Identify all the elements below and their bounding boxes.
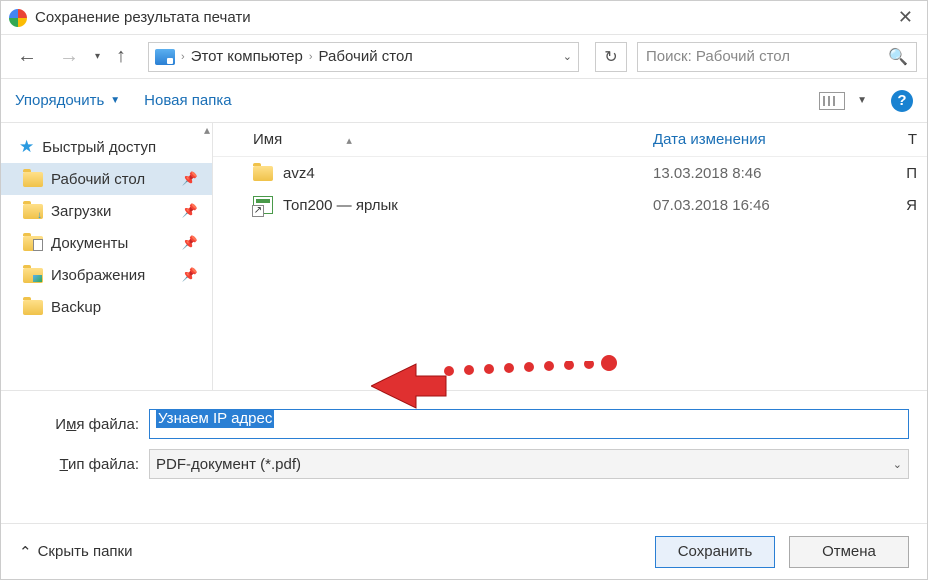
sidebar-item-label: Рабочий стол (51, 171, 145, 188)
sidebar-item-label: Загрузки (51, 203, 111, 220)
history-dropdown-icon[interactable]: ▾ (95, 51, 100, 62)
forward-button: → (53, 41, 85, 72)
folder-icon (253, 166, 273, 181)
sidebar-item-desktop[interactable]: Рабочий стол 📌 (1, 163, 212, 195)
chrome-icon (9, 9, 27, 27)
sidebar-item-label: Backup (51, 299, 101, 316)
search-icon[interactable]: 🔍 (888, 47, 908, 67)
view-dropdown-icon[interactable]: ▼ (857, 95, 867, 106)
close-icon[interactable]: ✕ (892, 7, 919, 28)
folder-icon (23, 268, 43, 283)
pc-icon (155, 49, 175, 65)
refresh-button[interactable]: ↻ (595, 42, 627, 72)
titlebar: Сохранение результата печати ✕ (1, 1, 927, 35)
cancel-button[interactable]: Отмена (789, 536, 909, 568)
search-input[interactable]: Поиск: Рабочий стол 🔍 (637, 42, 917, 72)
file-name: avz4 (283, 165, 315, 182)
help-icon[interactable]: ? (891, 90, 913, 112)
column-date[interactable]: Дата изменения (653, 131, 766, 148)
sidebar-item-label: Документы (51, 235, 128, 252)
sidebar-item-downloads[interactable]: Загрузки 📌 (1, 195, 212, 227)
toolbar: Упорядочить ▼ Новая папка ▼ ? (1, 79, 927, 123)
folder-icon (23, 236, 43, 251)
file-type: П (906, 165, 917, 182)
filetype-value: PDF-документ (*.pdf) (156, 456, 301, 473)
table-row[interactable]: Топ200 — ярлык 07.03.2018 16:46 Я (213, 189, 927, 221)
table-row[interactable]: avz4 13.03.2018 8:46 П (213, 157, 927, 189)
column-type[interactable]: Т (908, 131, 917, 148)
file-type: Я (906, 197, 917, 214)
hide-folders-button[interactable]: ⌃ Скрыть папки (19, 543, 132, 561)
breadcrumb[interactable]: › Этот компьютер › Рабочий стол ⌄ (148, 42, 579, 72)
file-name: Топ200 — ярлык (283, 197, 398, 214)
filetype-select[interactable]: PDF-документ (*.pdf) ⌄ (149, 449, 909, 479)
new-folder-button[interactable]: Новая папка (144, 92, 231, 109)
sort-asc-icon: ▴ (346, 135, 352, 147)
file-header: Имя ▴ Дата изменения Т (213, 123, 927, 157)
filetype-label: Тип файла: (19, 456, 149, 473)
sidebar-item-documents[interactable]: Документы 📌 (1, 227, 212, 259)
chevron-down-icon: ⌄ (893, 458, 902, 471)
sidebar-item-backup[interactable]: Backup (1, 291, 212, 323)
organize-button[interactable]: Упорядочить (15, 92, 104, 109)
filename-label: Имя файла: (19, 416, 149, 433)
back-button[interactable]: ← (11, 41, 43, 72)
folder-icon (23, 300, 43, 315)
folder-icon (23, 172, 43, 187)
view-mode-icon[interactable] (819, 92, 845, 110)
nav-row: ← → ▾ ↑ › Этот компьютер › Рабочий стол … (1, 35, 927, 79)
sidebar-quick-access[interactable]: ★ Быстрый доступ (1, 131, 212, 163)
sidebar-item-pictures[interactable]: Изображения 📌 (1, 259, 212, 291)
sidebar-item-label: Быстрый доступ (42, 139, 156, 156)
up-button[interactable]: ↑ (110, 41, 132, 72)
pin-icon: 📌 (182, 267, 198, 283)
file-date: 13.03.2018 8:46 (653, 165, 761, 182)
pin-icon: 📌 (182, 171, 198, 187)
chevron-down-icon[interactable]: ⌄ (563, 50, 572, 63)
file-area: Имя ▴ Дата изменения Т avz4 13.03.2018 8… (213, 123, 927, 390)
crumb-root[interactable]: Этот компьютер (191, 48, 303, 65)
star-icon: ★ (19, 137, 34, 157)
folder-icon (23, 204, 43, 219)
pin-icon: 📌 (182, 203, 198, 219)
shortcut-icon (253, 196, 273, 214)
column-name[interactable]: Имя ▴ (253, 131, 653, 148)
search-placeholder: Поиск: Рабочий стол (646, 48, 888, 65)
pin-icon: 📌 (182, 235, 198, 251)
chevron-right-icon[interactable]: › (181, 51, 185, 63)
filename-value: Узнаем IP адрес (156, 409, 274, 428)
chevron-up-icon: ⌃ (19, 543, 32, 561)
window-title: Сохранение результата печати (35, 9, 892, 26)
filename-input[interactable]: Узнаем IP адрес (149, 409, 909, 439)
scroll-up-icon[interactable]: ▴ (204, 123, 210, 137)
chevron-right-icon[interactable]: › (309, 51, 313, 63)
crumb-leaf[interactable]: Рабочий стол (319, 48, 413, 65)
footer: ⌃ Скрыть папки Сохранить Отмена (1, 523, 927, 579)
sidebar-item-label: Изображения (51, 267, 145, 284)
body: ▴ ★ Быстрый доступ Рабочий стол 📌 Загруз… (1, 123, 927, 391)
sidebar: ▴ ★ Быстрый доступ Рабочий стол 📌 Загруз… (1, 123, 213, 390)
file-date: 07.03.2018 16:46 (653, 197, 770, 214)
form: Имя файла: Узнаем IP адрес Тип файла: PD… (1, 391, 927, 499)
organize-dropdown-icon[interactable]: ▼ (110, 95, 120, 106)
save-button[interactable]: Сохранить (655, 536, 775, 568)
